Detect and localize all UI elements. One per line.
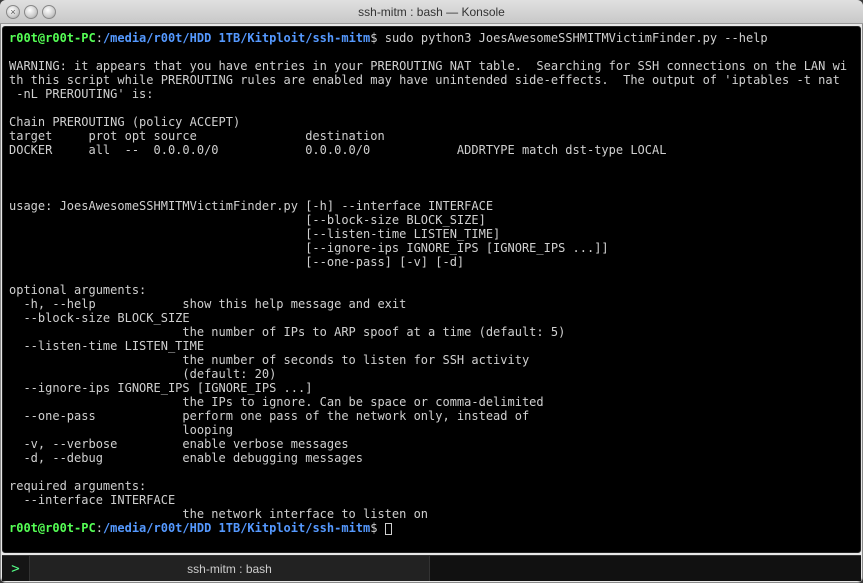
window-buttons: × (0, 5, 56, 19)
minimize-icon[interactable] (24, 5, 38, 19)
close-icon[interactable]: × (6, 5, 20, 19)
prompt-dollar: $ (370, 521, 377, 535)
prompt-user: r00t@r00t-PC (9, 31, 96, 45)
terminal-output: WARNING: it appears that you have entrie… (9, 59, 847, 521)
tab-label: ssh-mitm : bash (187, 562, 272, 576)
tab-ssh-mitm[interactable]: ssh-mitm : bash (30, 556, 430, 581)
konsole-window: × ssh-mitm : bash — Konsole r00t@r00t-PC… (0, 0, 863, 583)
prompt-sep: : (96, 31, 103, 45)
cursor-icon (385, 523, 392, 535)
prompt-dollar: $ (370, 31, 377, 45)
prompt-path: /media/r00t/HDD 1TB/Kitploit/ssh-mitm (103, 521, 370, 535)
tabbar-empty (430, 556, 861, 581)
prompt-path: /media/r00t/HDD 1TB/Kitploit/ssh-mitm (103, 31, 370, 45)
titlebar[interactable]: × ssh-mitm : bash — Konsole (0, 0, 863, 24)
tab-bar: > ssh-mitm : bash (2, 555, 861, 581)
command-text: sudo python3 JoesAwesomeSSHMITMVictimFin… (385, 31, 768, 45)
maximize-icon[interactable] (42, 5, 56, 19)
terminal-viewport[interactable]: r00t@r00t-PC:/media/r00t/HDD 1TB/Kitploi… (2, 26, 861, 553)
chevron-right-icon: > (11, 561, 19, 577)
prompt-user: r00t@r00t-PC (9, 521, 96, 535)
new-tab-button[interactable]: > (2, 556, 30, 581)
window-title: ssh-mitm : bash — Konsole (0, 5, 863, 19)
prompt-sep: : (96, 521, 103, 535)
